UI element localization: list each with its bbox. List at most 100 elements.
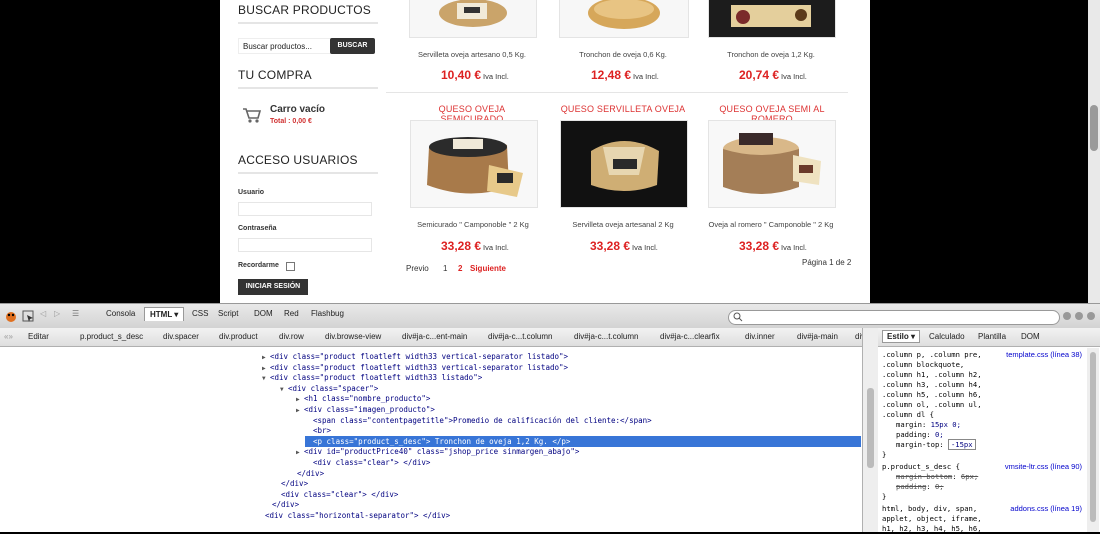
css-source-link[interactable]: vmsite-ltr.css (línea 90) [1005, 462, 1082, 471]
password-field[interactable] [238, 238, 372, 252]
breadcrumb-item[interactable]: div.inner [745, 332, 775, 341]
breadcrumb-item[interactable]: div.product [219, 332, 258, 341]
pagination-next[interactable]: Siguiente [470, 264, 506, 273]
tab-plantilla[interactable]: Plantilla [978, 332, 1006, 341]
tab-consola[interactable]: Consola [106, 309, 135, 318]
html-node[interactable]: ▼ <div class="product floatleft width33 l… [262, 372, 482, 383]
css-source-link[interactable]: template.css (línea 38) [1006, 350, 1082, 359]
css-selector: p.product_s_desc { [882, 462, 960, 471]
html-node[interactable]: <span class="contentpagetitle">Promedio … [305, 415, 652, 426]
collapse-icon[interactable]: ▼ [262, 373, 270, 384]
product-image[interactable] [708, 0, 836, 38]
expand-icon[interactable]: ▶ [296, 447, 304, 458]
html-node[interactable]: </div> [264, 499, 299, 510]
breadcrumb-item[interactable]: div.browse-view [325, 332, 381, 341]
css-property-value[interactable]: 15px 0; [931, 420, 961, 429]
window-controls-icon[interactable] [1062, 311, 1098, 321]
breadcrumb-item[interactable]: div#ja-main [797, 332, 838, 341]
pagination-prev[interactable]: Previo [406, 264, 429, 273]
css-selector: .column p, .column pre, [882, 350, 982, 359]
collapse-icon[interactable]: «» [4, 332, 13, 341]
scrollbar-thumb[interactable] [1090, 105, 1098, 151]
html-node[interactable]: </div> [289, 468, 324, 479]
html-node[interactable]: ▶ <div class="imagen_producto"> [296, 404, 435, 415]
product-price: 33,28 € Iva Incl. [739, 239, 807, 253]
html-node[interactable]: <div class="clear"> </div> [305, 457, 430, 468]
css-property-name[interactable]: padding [896, 430, 926, 439]
edit-button[interactable]: Editar [28, 332, 49, 341]
html-node[interactable]: ▶ <div class="product floatleft width33 v… [262, 362, 568, 373]
breadcrumb-item[interactable]: p.product_s_desc [80, 332, 143, 341]
page-scrollbar[interactable] [1088, 0, 1100, 303]
css-property-disabled[interactable]: padding: 0; [896, 482, 944, 492]
css-value-editor[interactable]: -15px [947, 439, 976, 450]
css-property-value[interactable]: 6px; [961, 472, 978, 481]
css-property[interactable]: padding: 0; [896, 430, 944, 440]
tab-estilo[interactable]: Estilo ▾ [882, 330, 921, 343]
css-property-disabled[interactable]: margin-bottom: 6px; [896, 472, 978, 482]
product-image[interactable] [410, 120, 538, 208]
css-selector: .column h5, .column h6, [882, 390, 982, 399]
css-property-value[interactable]: 0; [935, 430, 944, 439]
tab-calculado[interactable]: Calculado [929, 332, 965, 341]
html-node[interactable]: <br> [305, 425, 331, 436]
css-property[interactable]: margin-top: -15px [896, 439, 976, 450]
breadcrumb-item[interactable]: div.spacer [163, 332, 199, 341]
style-scrollbar[interactable] [1087, 348, 1099, 532]
search-button[interactable]: BUSCAR [330, 38, 375, 54]
css-property[interactable]: margin: 15px 0; [896, 420, 961, 430]
login-button[interactable]: INICIAR SESIÓN [238, 279, 308, 295]
tab-style-dom[interactable]: DOM [1021, 332, 1040, 341]
tab-script[interactable]: Script [218, 309, 238, 318]
back-icon[interactable]: ◁ [40, 309, 46, 318]
css-property-name[interactable]: margin-top [896, 440, 939, 449]
tab-css[interactable]: CSS [192, 309, 208, 318]
html-node[interactable]: <div class="clear"> </div> [273, 489, 398, 500]
css-property-name[interactable]: padding [896, 482, 926, 491]
product-image[interactable] [559, 0, 689, 38]
web-page: BUSCAR PRODUCTOS Buscar productos... BUS… [220, 0, 870, 303]
breadcrumb-item[interactable]: div#ja-c...clearfix [660, 332, 720, 341]
product-image[interactable] [409, 0, 537, 38]
scrollbar-thumb[interactable] [867, 388, 874, 468]
menu-icon[interactable]: ☰ [72, 309, 79, 318]
product-name[interactable]: Servilleta oveja artesano 0,5 Kg. [402, 50, 542, 59]
scrollbar-thumb[interactable] [1090, 352, 1096, 522]
html-node[interactable]: ▶ <div class="product floatleft width33 v… [262, 351, 568, 362]
tab-flashbug[interactable]: Flashbug [311, 309, 344, 318]
product-name[interactable]: Tronchon de oveja 0,6 Kg. [553, 50, 693, 59]
username-field[interactable] [238, 202, 372, 216]
css-property-value[interactable]: 0; [935, 482, 944, 491]
css-property-name[interactable]: margin [896, 420, 922, 429]
breadcrumb-item[interactable]: div#ja-c...ent-main [402, 332, 467, 341]
html-node[interactable]: ▶ <h1 class="nombre_producto"> [296, 393, 430, 404]
html-node[interactable]: </div> [273, 478, 308, 489]
product-name[interactable]: Oveja al romero " Camponoble " 2 Kg [701, 220, 841, 229]
tab-dom[interactable]: DOM [254, 309, 273, 318]
html-node[interactable]: <div class="horizontal-separator"> </div… [257, 510, 450, 521]
breadcrumb-item[interactable]: div.row [279, 332, 304, 341]
html-node[interactable]: ▶ <div id="productPrice40" class="jshop_p… [296, 446, 579, 457]
product-name[interactable]: Servilleta oveja artesanal 2 Kg [553, 220, 693, 229]
breadcrumb-item[interactable]: div#ja-c...t.column [488, 332, 552, 341]
firebug-icon[interactable] [4, 309, 18, 323]
product-image[interactable] [708, 120, 836, 208]
html-node-selected[interactable]: <p class="product_s_desc"> Tronchon de o… [305, 435, 861, 447]
css-property-name[interactable]: margin-bottom [896, 472, 952, 481]
product-title[interactable]: QUESO SERVILLETA OVEJA [558, 104, 688, 114]
breadcrumb-item[interactable]: div#ja-c...t.column [574, 332, 638, 341]
forward-icon[interactable]: ▷ [54, 309, 60, 318]
firebug-search-input[interactable] [728, 310, 1060, 325]
search-input[interactable]: Buscar productos... [238, 38, 332, 54]
product-name[interactable]: Semicurado " Camponoble " 2 Kg [403, 220, 543, 229]
pagination-page-1[interactable]: 1 [443, 264, 447, 273]
expand-icon[interactable]: ▶ [296, 405, 304, 416]
inspect-icon[interactable] [22, 310, 34, 322]
tab-red[interactable]: Red [284, 309, 299, 318]
css-source-link[interactable]: addons.css (línea 19) [1010, 504, 1082, 513]
remember-checkbox[interactable] [286, 262, 295, 271]
collapse-icon[interactable]: ▼ [280, 384, 288, 395]
html-node[interactable]: ▼ <div class="spacer"> [280, 383, 378, 394]
product-image[interactable] [560, 120, 688, 208]
tab-html[interactable]: HTML ▾ [144, 307, 185, 321]
